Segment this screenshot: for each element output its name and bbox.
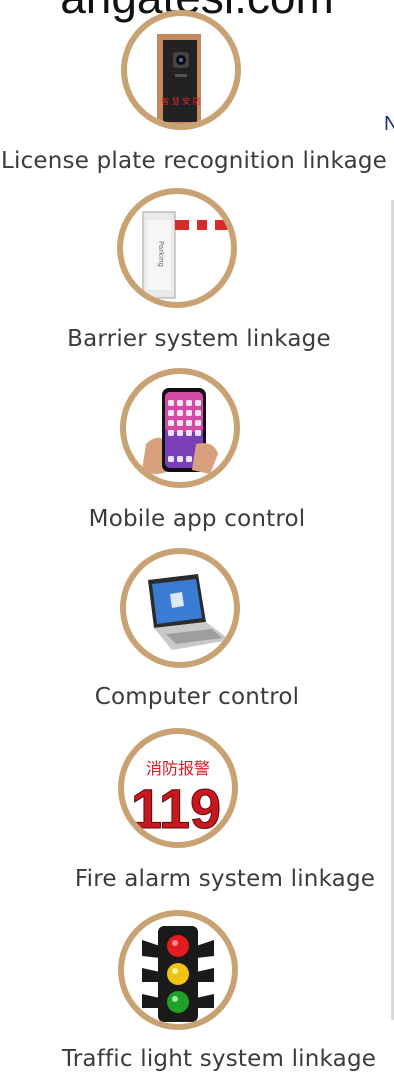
feature-label: Computer control <box>94 684 300 710</box>
feature-label: Barrier system linkage <box>67 326 331 352</box>
feature-label: Fire alarm system linkage <box>74 866 376 892</box>
truncated-edge-text: N <box>384 113 394 135</box>
feature-label: License plate recognition linkage <box>0 148 388 174</box>
fire-alarm-number: 119 <box>131 777 221 840</box>
camera-badge-text: 智 慧 安 防 <box>161 96 201 106</box>
barrier-gate-icon: Parking <box>117 188 237 308</box>
traffic-light-icon <box>118 910 238 1030</box>
license-plate-camera-icon: 智 慧 安 防 <box>121 10 241 130</box>
fire-alarm-119-icon: 消防报警 119 <box>118 728 238 848</box>
laptop-icon <box>120 548 240 668</box>
fire-alarm-badge-text: 消防报警 <box>146 759 210 778</box>
svg-text:Parking: Parking <box>157 241 165 267</box>
smartphone-icon <box>120 368 240 488</box>
feature-label: Traffic light system linkage <box>61 1046 377 1072</box>
feature-label: Mobile app control <box>88 506 306 532</box>
